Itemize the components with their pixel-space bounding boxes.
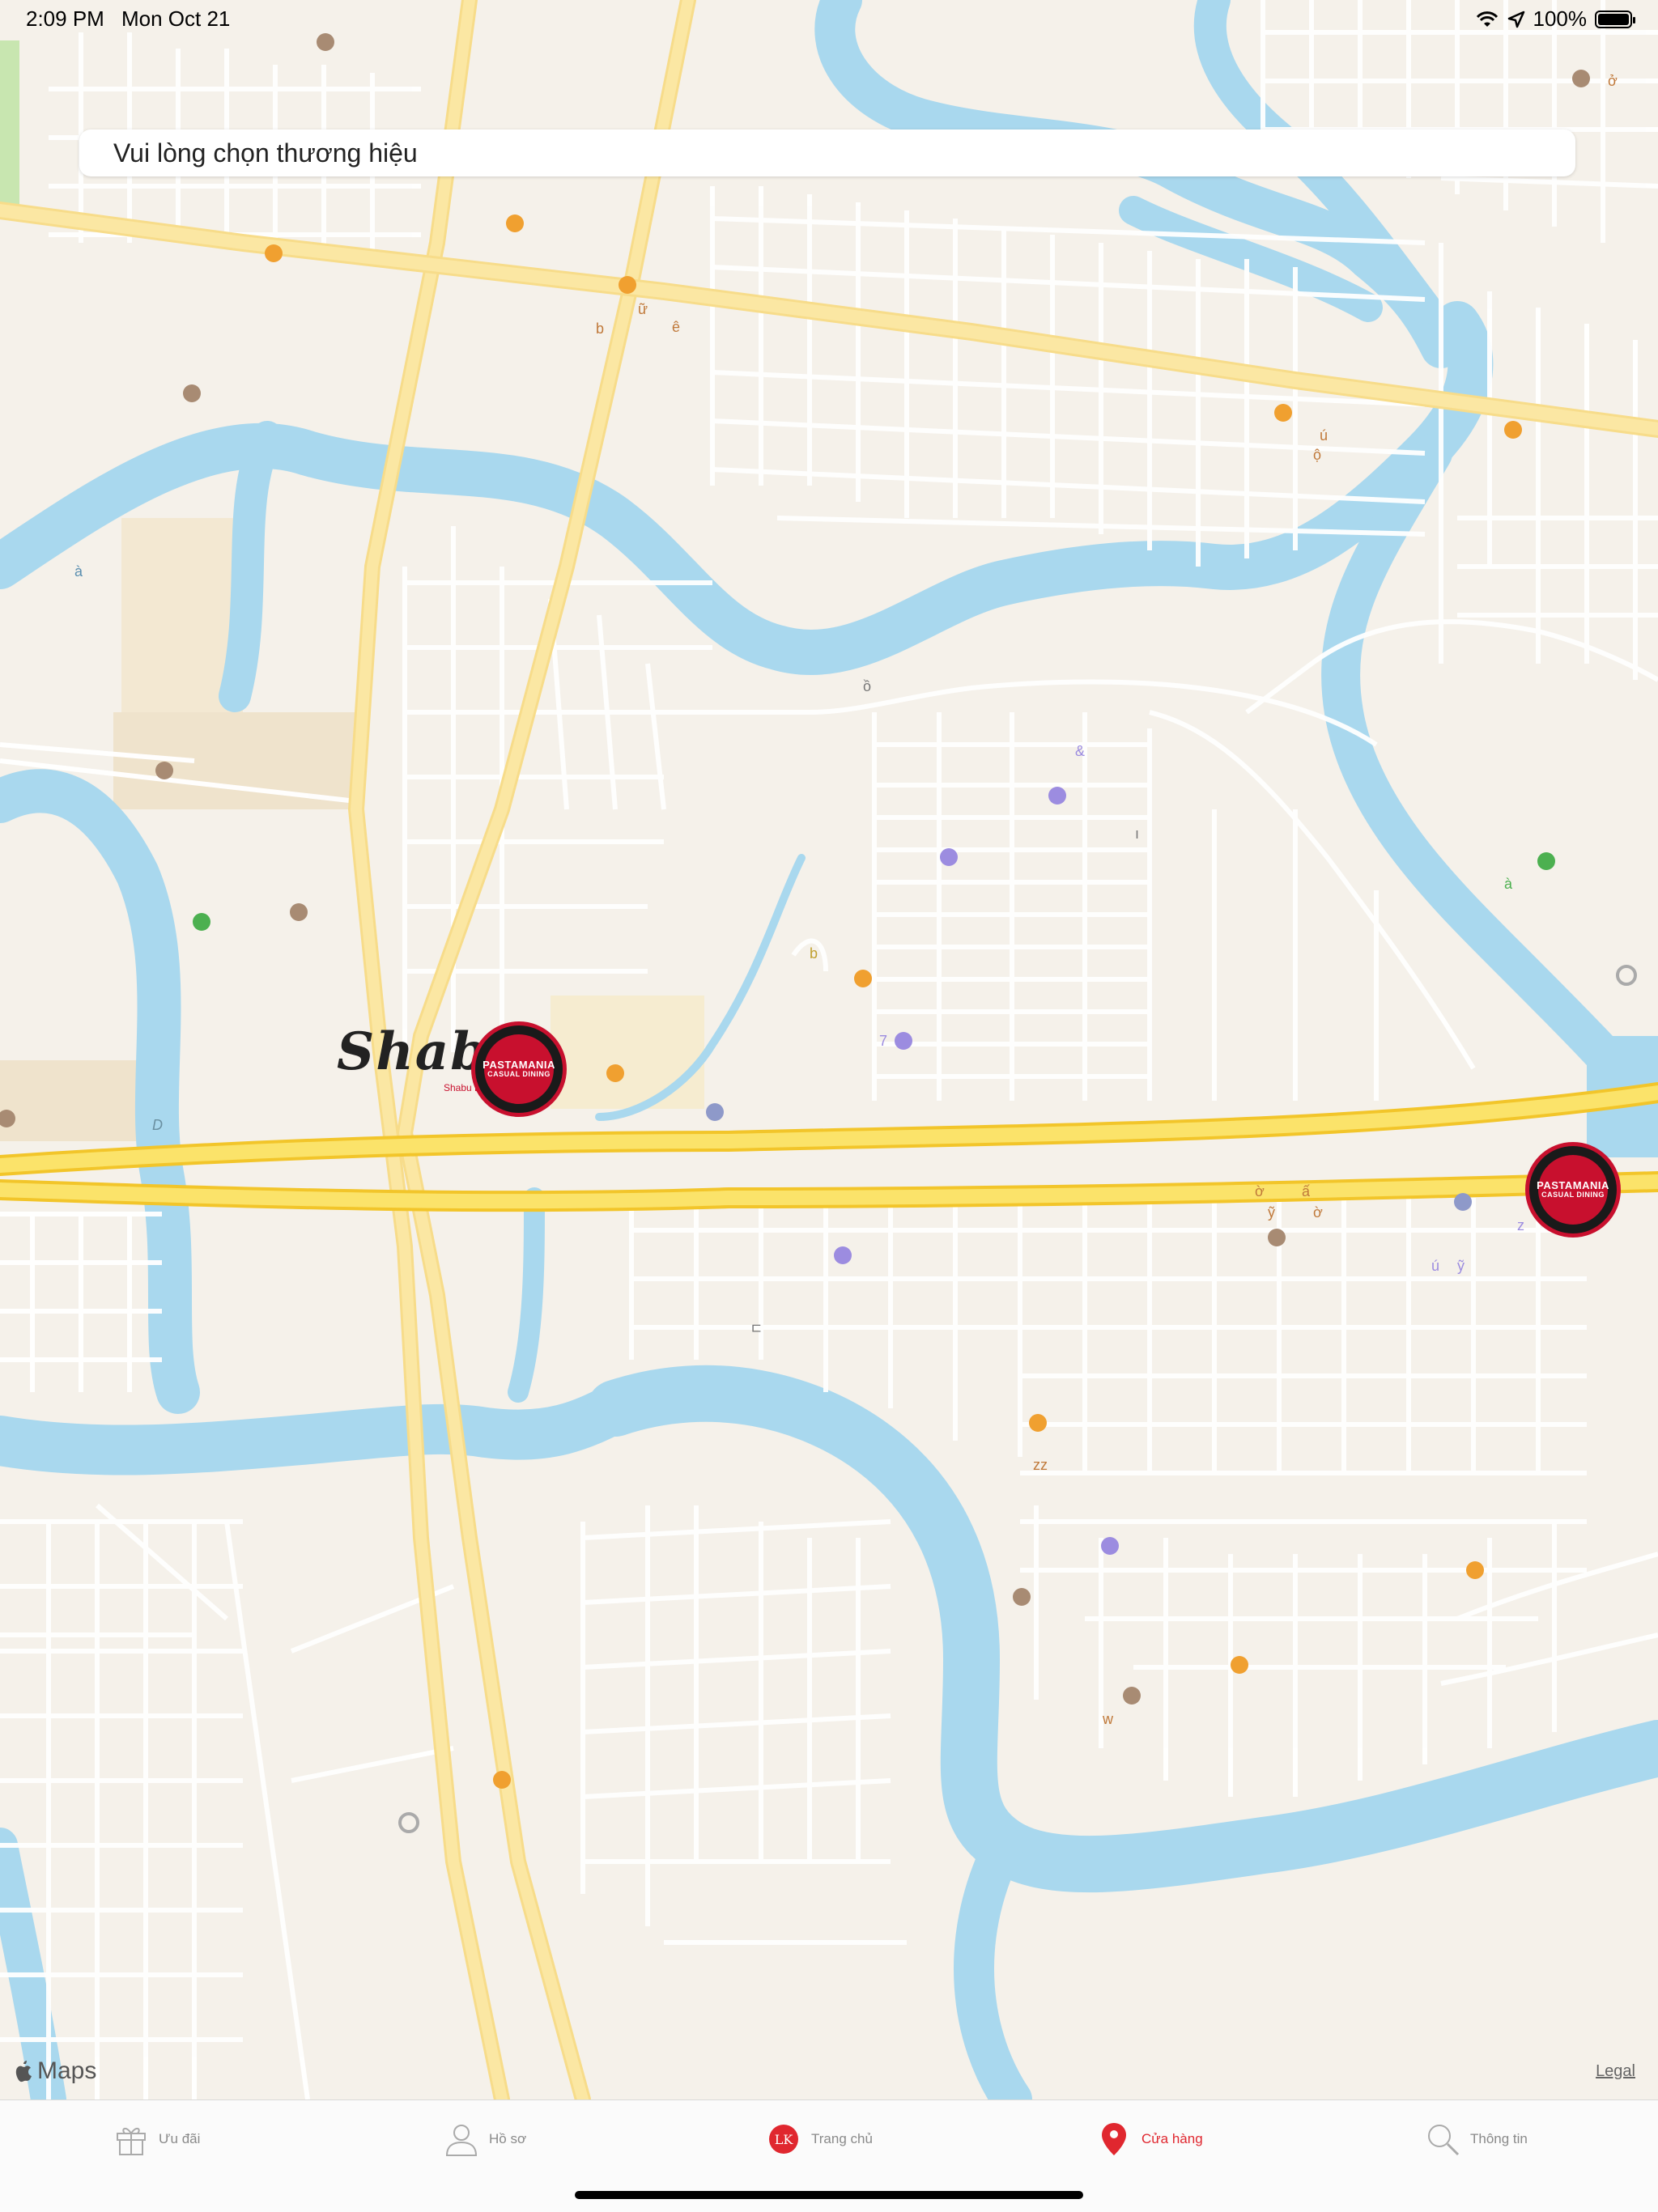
tab-label: Trang chủ	[811, 2131, 873, 2146]
map-label: w	[1102, 1711, 1114, 1727]
tab-ho-so[interactable]: Hồ sơ	[444, 2115, 526, 2163]
map-label: à	[74, 563, 83, 580]
tab-bar: Ưu đãi Hồ sơ LK Trang chủ Cửa hàng Thông…	[0, 2099, 1658, 2212]
tab-label: Ưu đãi	[159, 2131, 201, 2146]
lk-badge-text: LK	[775, 2132, 794, 2147]
tab-cua-hang[interactable]: Cửa hàng	[1096, 2115, 1203, 2163]
status-date: Mon Oct 21	[121, 6, 231, 31]
map-label: ê	[672, 319, 680, 335]
search-icon	[1425, 2121, 1460, 2157]
brand-select-field[interactable]: Vui lòng chọn thương hiệu	[79, 129, 1575, 176]
pastamania-logo: PASTAMANIA CASUAL DINING	[1525, 1142, 1621, 1238]
map-label: ú	[1431, 1258, 1439, 1274]
battery-percent: 100%	[1533, 6, 1588, 31]
status-right: 100%	[1475, 6, 1635, 32]
map-label: ở	[1608, 73, 1618, 89]
pastamania-logo: PASTAMANIA CASUAL DINING	[471, 1021, 567, 1117]
map-label: ㄷ	[750, 1321, 763, 1337]
status-time: 2:09 PM	[26, 6, 104, 31]
brand-select-label: Vui lòng chọn thương hiệu	[113, 138, 418, 168]
battery-icon	[1595, 10, 1635, 28]
apple-logo-icon	[15, 2061, 32, 2083]
map-label: ỹ	[1268, 1204, 1275, 1221]
tab-label: Hồ sơ	[489, 2131, 527, 2146]
maps-attribution[interactable]: Maps	[15, 2057, 96, 2085]
map-label: &	[1075, 743, 1085, 759]
map-view[interactable]: ở b ữ ê ú ộ à ồ & ı b 7 à D ờ ấ ỹ ờ z ú …	[0, 0, 1658, 2099]
status-bar: 2:09 PM Mon Oct 21 100%	[0, 0, 1658, 39]
pastamania-marker[interactable]: PASTAMANIA CASUAL DINING	[471, 1021, 567, 1117]
map-label: ữ	[638, 301, 648, 317]
map-label: ộ	[1313, 447, 1321, 463]
pastamania-brand: PASTAMANIA	[1537, 1178, 1609, 1191]
pastamania-marker[interactable]: PASTAMANIA CASUAL DINING	[1525, 1142, 1621, 1238]
legal-link[interactable]: Legal	[1596, 2062, 1635, 2081]
tab-label: Thông tin	[1470, 2131, 1528, 2146]
pastamania-sub: CASUAL DINING	[487, 1070, 551, 1079]
map-label: ồ	[863, 678, 871, 694]
tab-uu-dai[interactable]: Ưu đãi	[113, 2115, 200, 2163]
lk-logo-icon: LK	[766, 2121, 801, 2157]
tab-label: Cửa hàng	[1141, 2131, 1203, 2146]
map-label: ú	[1320, 427, 1328, 444]
pastamania-sub: CASUAL DINING	[1541, 1191, 1605, 1199]
maps-attribution-label: Maps	[37, 2057, 97, 2084]
map-label: b	[596, 321, 604, 337]
map-label: ỹ	[1457, 1258, 1465, 1274]
map-label: ı	[1135, 826, 1139, 842]
map-label: b	[810, 945, 818, 962]
map-label: ờ	[1313, 1204, 1323, 1221]
map-label: 7	[879, 1033, 887, 1049]
map-label: D	[152, 1117, 163, 1133]
location-arrow-icon	[1507, 11, 1524, 28]
user-icon	[444, 2121, 479, 2157]
pastamania-brand: PASTAMANIA	[483, 1058, 555, 1071]
home-indicator[interactable]	[575, 2191, 1083, 2199]
map-pin-icon	[1096, 2121, 1132, 2157]
tab-trang-chu[interactable]: LK Trang chủ	[766, 2115, 873, 2163]
gift-icon	[113, 2121, 149, 2157]
tab-thong-tin[interactable]: Thông tin	[1425, 2115, 1528, 2163]
wifi-icon	[1476, 11, 1498, 27]
map-label: ờ	[1255, 1183, 1265, 1199]
map-label: zz	[1033, 1457, 1048, 1473]
map-label: z	[1517, 1217, 1524, 1233]
map-label: à	[1504, 876, 1513, 892]
map-label: ấ	[1302, 1183, 1311, 1199]
